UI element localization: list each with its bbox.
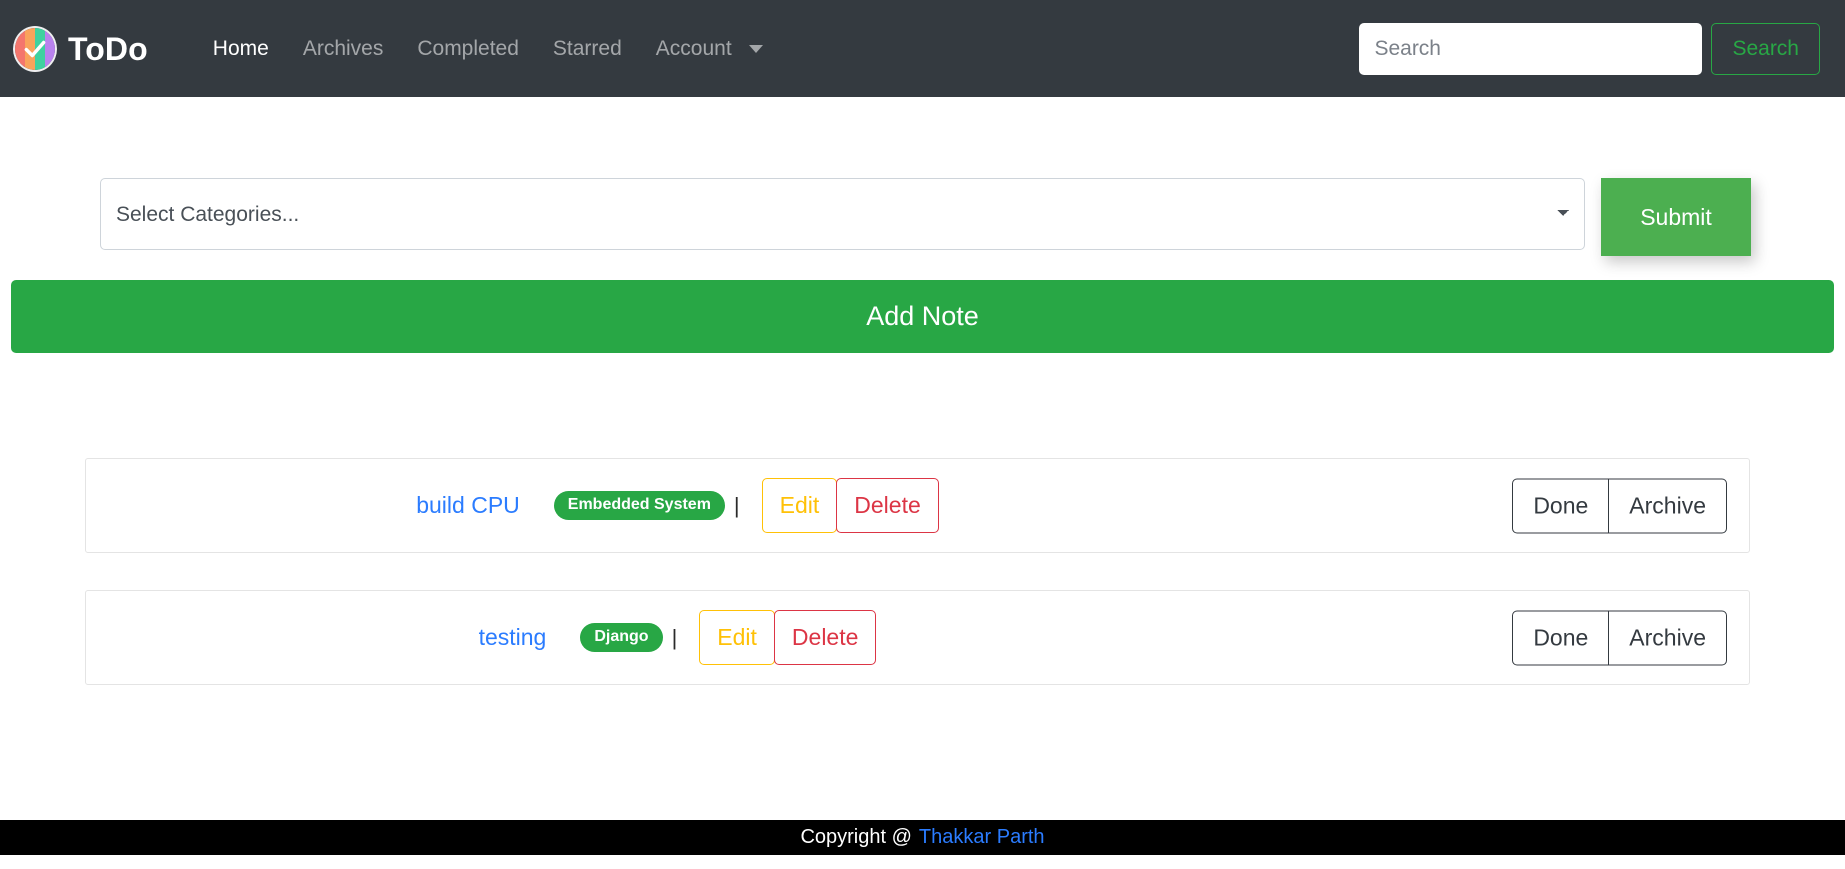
sidebar-item-account[interactable]: Account: [639, 28, 749, 69]
nav-item-starred: Starred: [536, 38, 639, 60]
archive-button[interactable]: Archive: [1608, 610, 1727, 665]
add-note-button[interactable]: Add Note: [11, 280, 1834, 353]
submit-button[interactable]: Submit: [1601, 178, 1751, 256]
main-navbar: ToDo Home Archives Completed Starred Acc…: [0, 0, 1845, 97]
sidebar-item-completed[interactable]: Completed: [400, 27, 536, 70]
todo-actions-group: Done Archive: [1512, 478, 1727, 533]
bottom-strip: [0, 855, 1845, 869]
todo-card: build CPU Embedded System | Edit Delete …: [85, 458, 1750, 553]
brand-logo-link[interactable]: ToDo: [15, 27, 148, 70]
author-link[interactable]: Thakkar Parth: [919, 826, 1045, 849]
copyright-text: Copyright @: [800, 826, 912, 848]
sidebar-item-archives[interactable]: Archives: [286, 27, 401, 70]
nav-item-completed: Completed: [400, 38, 536, 60]
edit-button[interactable]: Edit: [699, 610, 775, 665]
todo-title-link[interactable]: testing: [479, 624, 547, 651]
nav-item-archives: Archives: [286, 38, 401, 60]
check-icon: [15, 28, 55, 70]
todo-list: build CPU Embedded System | Edit Delete …: [85, 458, 1750, 685]
done-button[interactable]: Done: [1512, 478, 1610, 533]
sidebar-item-home[interactable]: Home: [196, 27, 286, 70]
sidebar-item-starred[interactable]: Starred: [536, 27, 639, 70]
nav-item-home: Home: [196, 38, 286, 60]
todo-title-link[interactable]: build CPU: [416, 492, 520, 519]
checkmark-circle-logo-icon: [15, 27, 55, 70]
nav-links: Home Archives Completed Starred Account: [196, 28, 769, 69]
todo-card: testing Django | Edit Delete Done Archiv…: [85, 590, 1750, 685]
page-root: ToDo Home Archives Completed Starred Acc…: [0, 0, 1845, 869]
separator: |: [671, 624, 678, 650]
page-footer: Copyright @ Thakkar Parth: [0, 820, 1845, 855]
status-badge: Embedded System: [553, 491, 725, 520]
todo-actions-group: Done Archive: [1512, 610, 1727, 665]
delete-button[interactable]: Delete: [836, 478, 939, 533]
nav-item-account: Account: [639, 28, 769, 69]
search-input[interactable]: [1359, 22, 1703, 75]
category-select[interactable]: Select Categories...: [100, 178, 1585, 250]
status-badge: Django: [580, 623, 663, 652]
separator: |: [733, 492, 740, 518]
todo-main-group: testing Django | Edit Delete: [479, 610, 877, 665]
brand-name: ToDo: [68, 30, 148, 67]
archive-button[interactable]: Archive: [1608, 478, 1727, 533]
search-button[interactable]: Search: [1711, 22, 1820, 75]
done-button[interactable]: Done: [1512, 610, 1610, 665]
edit-button[interactable]: Edit: [761, 478, 838, 533]
delete-button[interactable]: Delete: [773, 610, 877, 665]
chevron-down-icon[interactable]: [748, 44, 763, 53]
search-form: Search: [1359, 22, 1820, 75]
todo-main-group: build CPU Embedded System | Edit Delete: [416, 478, 939, 533]
category-filter-row: Select Categories... Submit: [0, 178, 1845, 256]
